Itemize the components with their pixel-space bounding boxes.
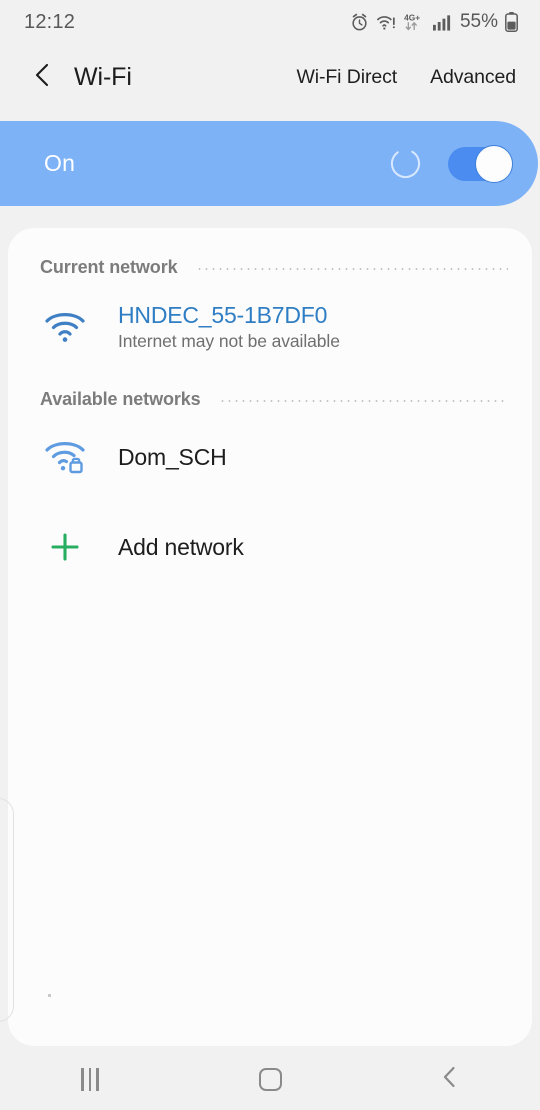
- network-row-dom-sch[interactable]: Dom_SCH: [8, 420, 532, 494]
- network-row-current[interactable]: HNDEC_55-1B7DF0 Internet may not be avai…: [8, 290, 532, 364]
- back-icon: [440, 1065, 460, 1094]
- battery-percentage: 55%: [459, 11, 498, 32]
- back-icon: [32, 62, 54, 93]
- network-subtitle: Internet may not be available: [118, 331, 340, 351]
- recents-icon: [81, 1067, 99, 1091]
- switch-thumb: [475, 144, 513, 183]
- status-icons: 4G+ 55%: [350, 11, 518, 33]
- section-title: Available networks: [40, 388, 201, 409]
- section-header-current-network: Current network: [8, 250, 532, 284]
- app-bar-actions: Wi-Fi Direct Advanced: [296, 66, 522, 89]
- status-clock: 12:12: [24, 10, 76, 33]
- advanced-button[interactable]: Advanced: [430, 66, 516, 89]
- banner-controls: [389, 144, 513, 183]
- navbar-back-button[interactable]: [390, 1048, 510, 1110]
- plus-icon: [38, 530, 92, 564]
- status-bar: 12:12 4G+ 55%: [0, 0, 540, 44]
- network-name: HNDEC_55-1B7DF0: [118, 302, 328, 328]
- alarm-icon: [350, 13, 369, 32]
- wifi-direct-button[interactable]: Wi-Fi Direct: [296, 66, 397, 89]
- offscreen-panel-edge: [0, 798, 14, 1022]
- section-dotted-rule: [218, 399, 508, 402]
- wifi-locked-icon: [38, 439, 92, 475]
- phone-screen: 12:12 4G+ 55% Wi-Fi Wi-Fi Direct Advance…: [0, 0, 540, 1110]
- screen-artifact-dot: [48, 994, 51, 997]
- mobile-data-icon: 4G+: [404, 12, 426, 32]
- system-navigation-bar: [0, 1048, 540, 1110]
- svg-text:4G+: 4G+: [404, 12, 420, 22]
- page-title: Wi-Fi: [74, 62, 132, 91]
- networks-card: Current network HNDEC_55-1B7DF0 Internet…: [8, 228, 532, 1046]
- section-header-available-networks: Available networks: [8, 382, 532, 416]
- section-title: Current network: [40, 256, 178, 277]
- home-button[interactable]: [210, 1048, 330, 1110]
- wifi-warning-icon: [376, 13, 397, 32]
- back-button[interactable]: [24, 58, 62, 96]
- recents-button[interactable]: [30, 1048, 150, 1110]
- wifi-toggle-switch[interactable]: [448, 144, 513, 183]
- battery-icon: [505, 12, 518, 32]
- wifi-connected-icon: [38, 310, 92, 344]
- network-text-block: Dom_SCH: [118, 444, 227, 471]
- section-dotted-rule: [195, 267, 508, 270]
- scanning-spinner-icon[interactable]: [389, 147, 422, 180]
- add-network-text-block: Add network: [118, 534, 244, 561]
- network-name: Dom_SCH: [118, 443, 227, 470]
- signal-bars-icon: [432, 13, 452, 31]
- home-icon: [258, 1067, 282, 1091]
- network-text-block: HNDEC_55-1B7DF0 Internet may not be avai…: [118, 302, 340, 352]
- app-bar: Wi-Fi Wi-Fi Direct Advanced: [0, 44, 540, 110]
- wifi-toggle-banner: On: [0, 121, 538, 206]
- add-network-label: Add network: [118, 533, 244, 560]
- wifi-state-label: On: [44, 150, 76, 176]
- add-network-row[interactable]: Add network: [8, 510, 532, 584]
